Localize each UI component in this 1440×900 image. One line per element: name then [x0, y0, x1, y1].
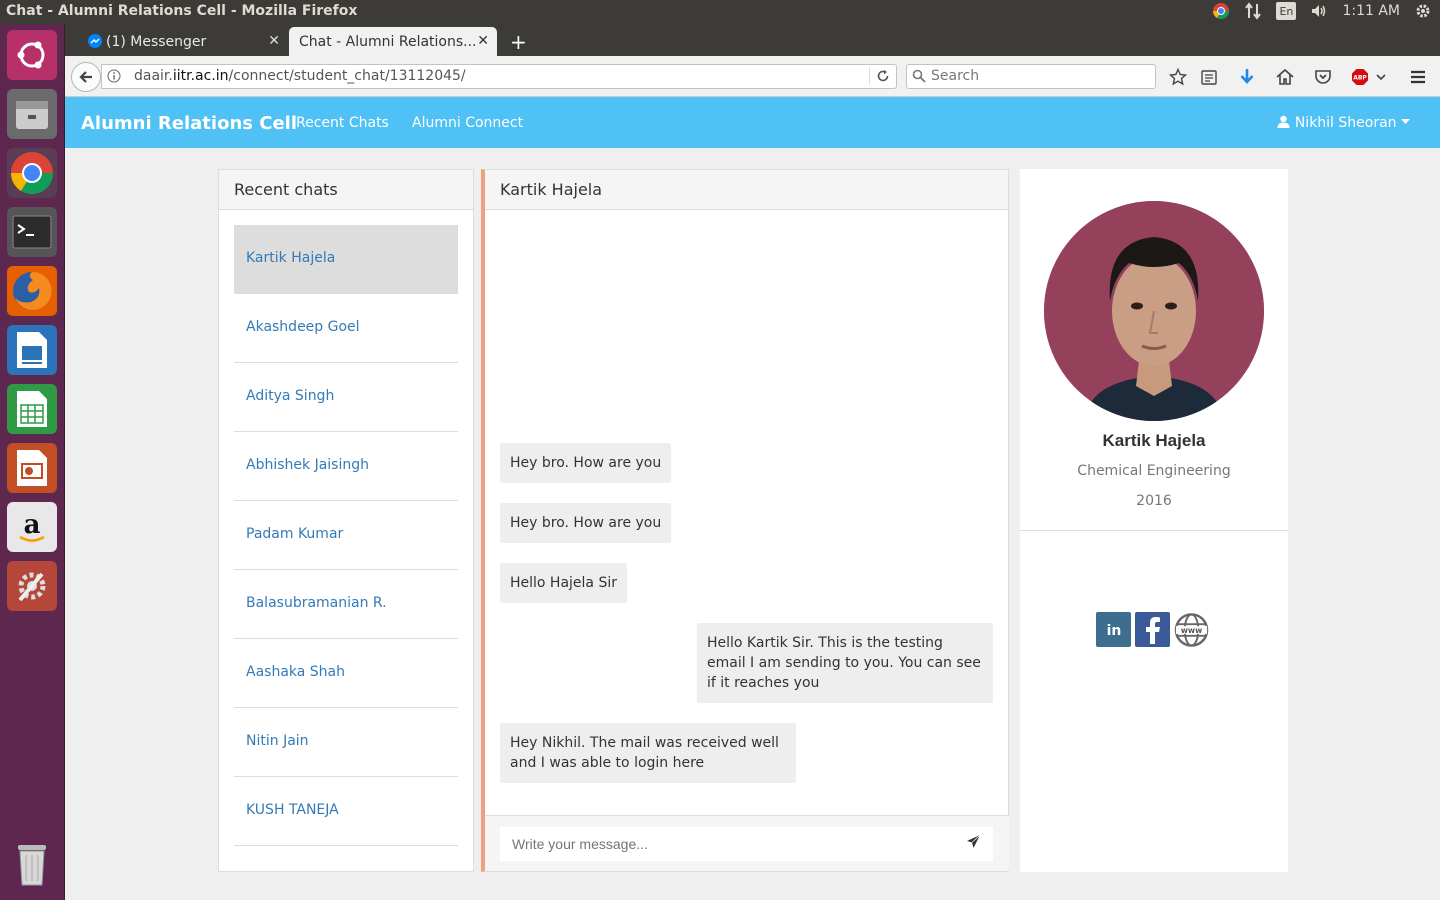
svg-text:ABP: ABP [1353, 75, 1367, 82]
user-name: Nikhil Sheoran [1294, 115, 1397, 131]
ubuntu-launcher: a [0, 24, 65, 900]
linkedin-icon[interactable]: in [1096, 612, 1131, 647]
amazon-icon[interactable]: a [7, 502, 57, 552]
clock[interactable]: 1:11 AM [1342, 3, 1400, 19]
url-path: /connect/student_chat/13112045/ [228, 68, 466, 84]
message-received: Hey bro. How are you [500, 503, 672, 543]
downloads-icon[interactable] [1237, 67, 1257, 87]
browser-toolbar: daair.iitr.ac.in/connect/student_chat/13… [65, 56, 1440, 97]
tab-label: Chat - Alumni Relations... [299, 34, 477, 50]
system-tray: En 1:11 AM [1212, 2, 1432, 20]
chevron-down-icon[interactable] [1375, 67, 1387, 87]
reading-list-icon[interactable] [1199, 67, 1219, 87]
nav-recent-chats[interactable]: Recent Chats [296, 115, 389, 131]
os-top-bar: Chat - Alumni Relations Cell - Mozilla F… [0, 0, 1440, 24]
message-composer [485, 815, 1009, 871]
url-prefix: daair. [134, 68, 173, 84]
list-item[interactable]: Nitin Jain [234, 708, 458, 777]
facebook-icon[interactable] [1135, 612, 1170, 647]
message-received: Hey bro. How are you [500, 443, 672, 483]
profile-panel: Kartik Hajela Chemical Engineering 2016 … [1020, 169, 1288, 872]
message-input[interactable] [500, 827, 993, 861]
list-item[interactable]: Abhishek Jaisingh [234, 432, 458, 501]
back-button[interactable] [71, 62, 101, 92]
url-bar[interactable]: daair.iitr.ac.in/connect/student_chat/13… [101, 64, 897, 89]
files-icon[interactable] [7, 89, 57, 139]
profile-divider [1020, 530, 1288, 531]
info-icon[interactable] [107, 69, 121, 87]
libreoffice-writer-icon[interactable] [7, 325, 57, 375]
back-arrow-icon [79, 71, 92, 83]
bookmark-star-icon[interactable] [1168, 67, 1188, 87]
chrome-tray-icon[interactable] [1212, 2, 1230, 20]
message-thread[interactable]: Hey bro. How are you Hey bro. How are yo… [500, 222, 998, 802]
brand-link[interactable]: Alumni Relations Cell [81, 113, 297, 134]
close-tab-icon[interactable]: ✕ [268, 33, 280, 49]
url-divider [869, 67, 870, 85]
profile-department: Chemical Engineering [1077, 463, 1231, 479]
chrome-icon[interactable] [7, 148, 57, 198]
recent-chats-panel: Recent chats Kartik Hajela Akashdeep Goe… [218, 169, 474, 872]
list-item[interactable]: Aashaka Shah [234, 639, 458, 708]
recent-chats-heading: Recent chats [219, 170, 473, 210]
volume-icon[interactable] [1310, 2, 1328, 20]
firefox-icon[interactable] [7, 266, 57, 316]
profile-year: 2016 [1136, 493, 1172, 509]
window-title: Chat - Alumni Relations Cell - Mozilla F… [6, 3, 358, 19]
send-icon [967, 834, 981, 848]
tab-messenger[interactable]: (1) Messenger ✕ [80, 27, 288, 56]
svg-text:www: www [1181, 625, 1203, 634]
search-input[interactable]: Search [906, 64, 1156, 89]
gear-icon[interactable] [1414, 2, 1432, 20]
menu-icon[interactable] [1408, 67, 1428, 87]
messenger-icon [88, 34, 102, 52]
terminal-icon[interactable] [7, 207, 57, 257]
close-tab-icon[interactable]: ✕ [477, 33, 489, 49]
list-item[interactable]: Padam Kumar [234, 501, 458, 570]
pocket-icon[interactable] [1313, 67, 1333, 87]
reload-icon[interactable] [876, 69, 890, 87]
svg-text:in: in [1106, 623, 1121, 639]
caret-down-icon [1401, 119, 1410, 124]
trash-icon[interactable] [7, 840, 57, 890]
chat-heading: Kartik Hajela [485, 170, 1008, 210]
send-button[interactable] [966, 834, 981, 853]
list-item[interactable]: Akashdeep Goel [234, 294, 458, 363]
user-icon [1277, 115, 1290, 128]
search-placeholder: Search [931, 68, 980, 84]
list-item[interactable]: Aditya Singh [234, 363, 458, 432]
home-icon[interactable] [1275, 67, 1295, 87]
list-item[interactable]: Balasubramanian R. [234, 570, 458, 639]
tab-label: (1) Messenger [106, 34, 207, 50]
page-viewport: Alumni Relations Cell Recent Chats Alumn… [65, 97, 1440, 900]
url-host: iitr.ac.in [172, 68, 229, 84]
ubuntu-dash-icon[interactable] [7, 30, 57, 80]
app-navbar: Alumni Relations Cell Recent Chats Alumn… [65, 97, 1440, 148]
list-item[interactable]: KUSH TANEJA [234, 777, 458, 846]
user-menu[interactable]: Nikhil Sheoran [1277, 115, 1410, 131]
recent-chats-list: Kartik Hajela Akashdeep Goel Aditya Sing… [219, 210, 473, 846]
adblock-icon[interactable]: ABP [1350, 67, 1370, 87]
message-received: Hey Nikhil. The mail was received well a… [500, 723, 796, 783]
libreoffice-calc-icon[interactable] [7, 384, 57, 434]
avatar [1044, 201, 1264, 421]
system-settings-icon[interactable] [7, 561, 57, 611]
search-icon [912, 69, 926, 87]
message-sent: Hello Kartik Sir. This is the testing em… [697, 623, 993, 703]
svg-text:a: a [24, 510, 41, 540]
tab-chat-alumni[interactable]: Chat - Alumni Relations... ✕ [289, 27, 497, 56]
network-icon[interactable] [1244, 2, 1262, 20]
profile-name: Kartik Hajela [1102, 431, 1206, 450]
nav-alumni-connect[interactable]: Alumni Connect [412, 115, 523, 131]
new-tab-button[interactable]: + [510, 30, 527, 54]
chat-panel: Kartik Hajela Hey bro. How are you Hey b… [481, 169, 1009, 872]
keyboard-layout-indicator[interactable]: En [1276, 2, 1297, 20]
browser-tab-bar: (1) Messenger ✕ Chat - Alumni Relations.… [65, 24, 1440, 56]
website-icon[interactable]: www [1174, 612, 1209, 647]
list-item[interactable]: Kartik Hajela [234, 225, 458, 294]
message-received: Hello Hajela Sir [500, 563, 627, 603]
libreoffice-impress-icon[interactable] [7, 443, 57, 493]
